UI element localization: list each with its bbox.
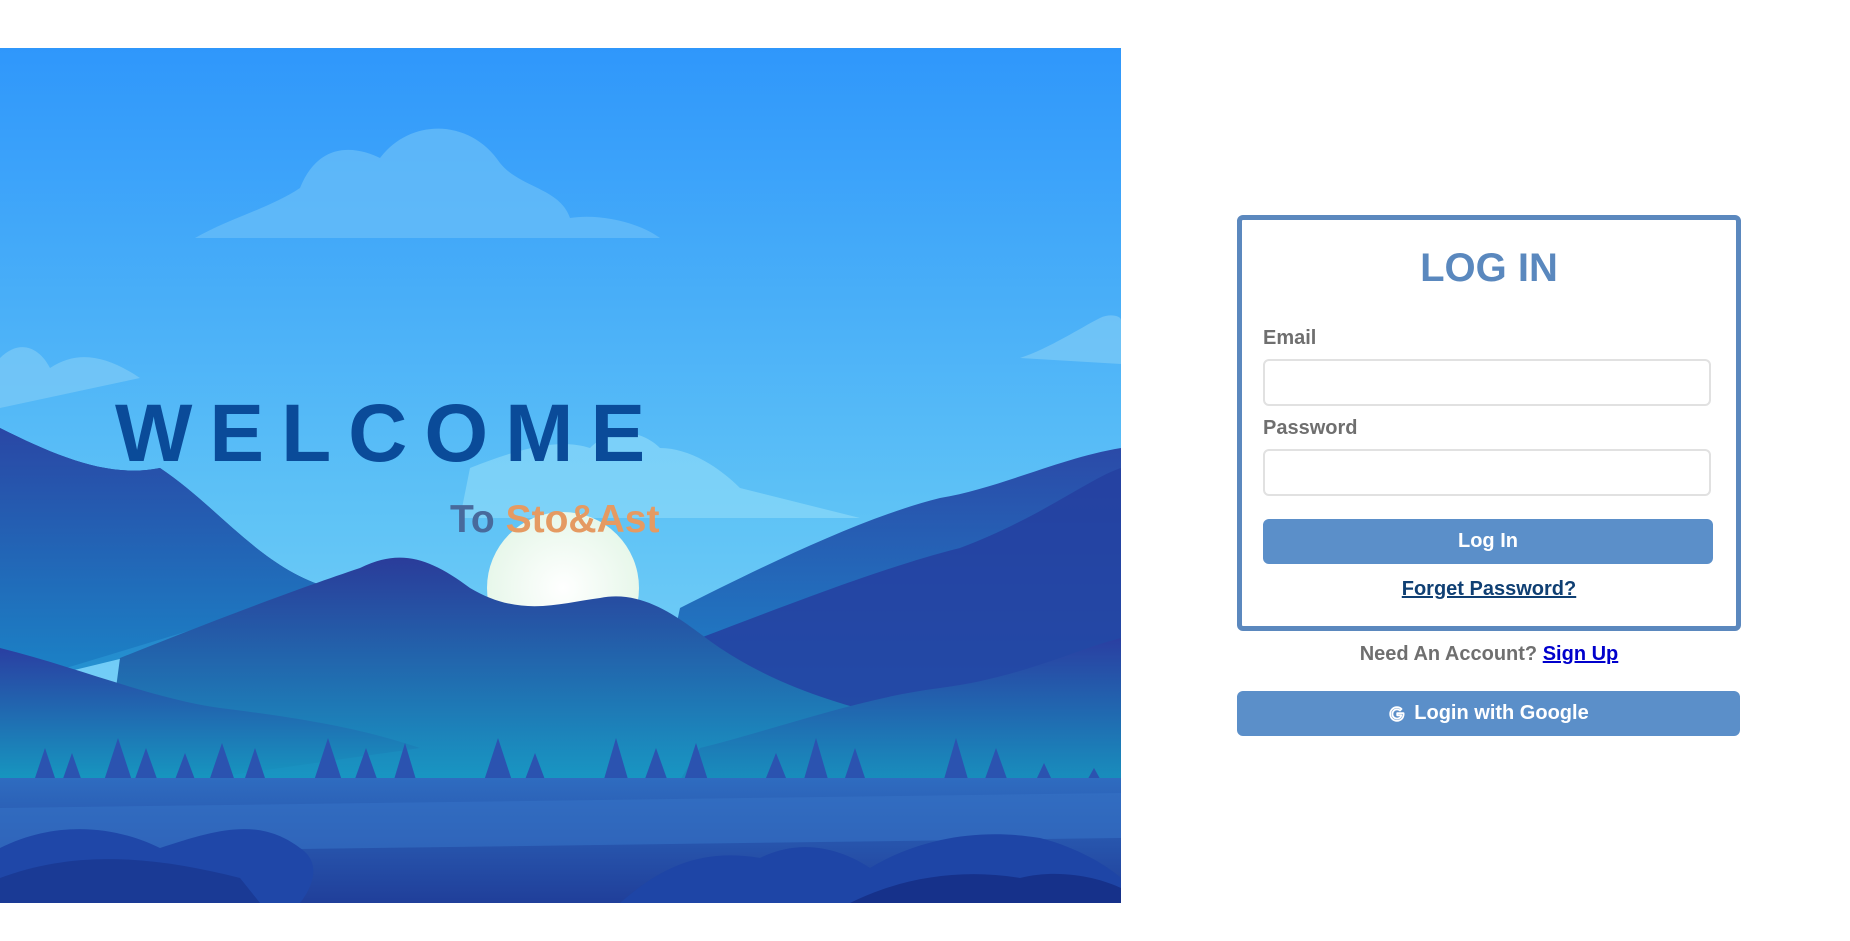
login-button[interactable]: Log In [1263, 519, 1713, 564]
email-label: Email [1263, 327, 1317, 349]
email-field[interactable] [1263, 359, 1711, 406]
welcome-to-text: To [450, 498, 495, 541]
login-page: WELCOME To Sto&Ast LOG IN Email Password… [0, 0, 1850, 941]
login-form: LOG IN Email Password Log In Forget Pass… [1237, 215, 1741, 631]
google-login-label: Login with Google [1414, 702, 1589, 724]
signup-prompt: Need An Account? Sign Up [1237, 644, 1741, 664]
google-g-icon [1389, 705, 1405, 722]
welcome-subtitle: To Sto&Ast [450, 500, 659, 539]
forget-password-link[interactable]: Forget Password? [1242, 579, 1736, 599]
welcome-title: WELCOME [115, 388, 663, 479]
password-label: Password [1263, 417, 1358, 439]
hero-illustration: WELCOME To Sto&Ast [0, 48, 1121, 903]
brand-name: Sto&Ast [505, 498, 660, 541]
password-field[interactable] [1263, 449, 1711, 496]
signup-link[interactable]: Sign Up [1543, 643, 1619, 665]
signup-prompt-text: Need An Account? [1359, 643, 1538, 665]
login-title: LOG IN [1420, 246, 1558, 290]
google-login-button[interactable]: Login with Google [1237, 691, 1740, 736]
